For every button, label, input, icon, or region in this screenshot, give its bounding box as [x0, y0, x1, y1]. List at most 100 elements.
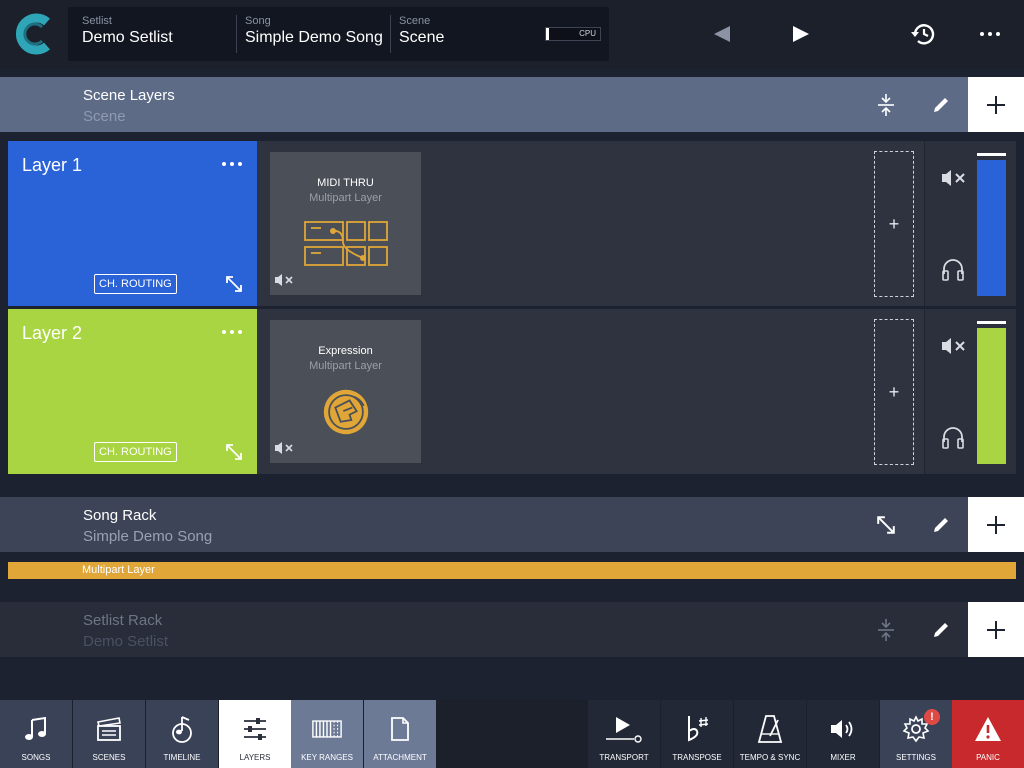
setlist-label: Setlist — [82, 15, 112, 27]
add-scene-layer-button[interactable] — [968, 77, 1024, 132]
layer-row: Layer 2 CH. ROUTING Expression Multipart… — [8, 309, 1016, 474]
cpu-meter-fill — [546, 28, 549, 40]
expand-icon — [877, 516, 895, 534]
keyboard-icon — [312, 714, 342, 744]
tab-label: LAYERS — [239, 753, 271, 762]
song-info[interactable]: Song Simple Demo Song — [245, 15, 383, 47]
add-setlist-rack-button[interactable] — [968, 602, 1024, 657]
tab-settings[interactable]: ! SETTINGS — [880, 700, 952, 768]
headphones-icon[interactable] — [941, 257, 965, 281]
collapse-icon — [878, 94, 894, 116]
song-label: Song — [245, 15, 271, 27]
scene-label: Scene — [399, 15, 431, 27]
song-value: Simple Demo Song — [245, 29, 383, 46]
plugin-name: MIDI THRU — [317, 177, 374, 189]
multipart-layer-bar[interactable]: Multipart Layer — [8, 562, 1016, 579]
plus-icon — [987, 95, 1005, 114]
add-song-rack-button[interactable] — [968, 497, 1024, 552]
tab-mixer[interactable]: MIXER — [807, 700, 879, 768]
meter-fill — [977, 328, 1006, 464]
song-rack-header[interactable]: Song Rack Simple Demo Song — [0, 497, 1024, 552]
clapperboard-icon — [94, 714, 124, 744]
scene-layers-subtitle: Scene — [83, 108, 126, 125]
history-button[interactable] — [902, 14, 942, 54]
channel-routing-button[interactable]: CH. ROUTING — [94, 442, 177, 462]
tab-transport[interactable]: TRANSPORT — [588, 700, 660, 768]
plugin-type: Multipart Layer — [309, 192, 382, 204]
sliders-icon — [240, 714, 270, 744]
song-info-panel[interactable]: Setlist Demo Setlist Song Simple Demo So… — [68, 7, 609, 61]
plugin-card[interactable]: MIDI THRU Multipart Layer — [270, 152, 421, 295]
volume-meter[interactable] — [977, 153, 1006, 296]
history-icon — [911, 24, 935, 45]
cpu-label: CPU — [579, 29, 596, 38]
song-rack-subtitle: Simple Demo Song — [83, 528, 213, 545]
collapse-button[interactable] — [870, 89, 902, 121]
next-button[interactable] — [781, 14, 821, 54]
expand-icon[interactable] — [225, 443, 243, 461]
previous-icon — [714, 26, 730, 42]
bottom-tab-bar: SONGS SCENES TIMELINE LAYERS KEY RANGES … — [0, 700, 1024, 768]
mute-icon[interactable] — [941, 169, 967, 187]
more-dots-icon[interactable] — [221, 325, 243, 339]
mute-icon[interactable] — [274, 441, 294, 455]
setlist-info[interactable]: Setlist Demo Setlist — [82, 15, 173, 47]
tab-label: TEMPO & SYNC — [739, 753, 801, 762]
tab-label: ATTACHMENT — [373, 753, 427, 762]
expand-button[interactable] — [870, 509, 902, 541]
plus-icon — [987, 515, 1005, 534]
setlist-rack-header[interactable]: Setlist Rack Demo Setlist — [0, 602, 1024, 657]
expand-icon[interactable] — [225, 275, 243, 293]
tab-key-ranges[interactable]: KEY RANGES — [291, 700, 363, 768]
collapse-icon — [878, 619, 894, 641]
tab-label: SONGS — [21, 753, 51, 762]
volume-meter[interactable] — [977, 321, 1006, 464]
music-note-icon — [21, 714, 51, 744]
more-dots-icon — [980, 32, 1000, 36]
layer-channel-strip — [924, 141, 1016, 306]
edit-button[interactable] — [925, 89, 957, 121]
cpu-meter: CPU — [545, 27, 601, 41]
settings-alert-badge: ! — [924, 709, 940, 725]
headphones-icon[interactable] — [941, 425, 965, 449]
tab-layers[interactable]: LAYERS — [219, 700, 291, 768]
setlist-rack-title: Setlist Rack — [83, 612, 163, 629]
pencil-icon — [934, 518, 948, 532]
divider — [236, 15, 237, 53]
add-plugin-slot[interactable]: + — [874, 319, 914, 465]
plugin-card[interactable]: Expression Multipart Layer — [270, 320, 421, 463]
scene-layers-title: Scene Layers — [83, 87, 175, 104]
panic-button[interactable]: PANIC — [952, 700, 1024, 768]
app-logo-icon[interactable] — [14, 12, 54, 56]
collapse-button[interactable] — [870, 614, 902, 646]
more-dots-icon[interactable] — [221, 157, 243, 171]
meter-fill — [977, 160, 1006, 296]
scene-layers-header[interactable]: Scene Layers Scene — [0, 77, 1024, 132]
warning-icon — [973, 714, 1003, 744]
edit-button[interactable] — [925, 509, 957, 541]
tab-songs[interactable]: SONGS — [0, 700, 72, 768]
tab-tempo-sync[interactable]: TEMPO & SYNC — [734, 700, 806, 768]
add-plugin-slot[interactable]: + — [874, 151, 914, 297]
layer-tile[interactable]: Layer 2 CH. ROUTING — [8, 309, 257, 474]
tab-transpose[interactable]: TRANSPOSE — [661, 700, 733, 768]
edit-button[interactable] — [925, 614, 957, 646]
flat-sharp-icon — [682, 714, 712, 744]
pencil-icon — [934, 98, 948, 112]
channel-routing-button[interactable]: CH. ROUTING — [94, 274, 177, 294]
tab-timeline[interactable]: TIMELINE — [146, 700, 218, 768]
more-button[interactable] — [970, 14, 1010, 54]
scene-info[interactable]: Scene Scene — [399, 15, 444, 47]
previous-button[interactable] — [702, 14, 742, 54]
layer-tile[interactable]: Layer 1 CH. ROUTING — [8, 141, 257, 306]
mute-icon[interactable] — [274, 273, 294, 287]
tab-scenes[interactable]: SCENES — [73, 700, 145, 768]
tab-label: TIMELINE — [163, 753, 201, 762]
play-icon — [604, 714, 644, 744]
divider — [390, 15, 391, 53]
next-icon — [793, 26, 809, 42]
tab-label: SETTINGS — [895, 753, 936, 762]
tab-attachment[interactable]: ATTACHMENT — [364, 700, 436, 768]
mute-icon[interactable] — [941, 337, 967, 355]
meter-peak — [977, 153, 1006, 156]
